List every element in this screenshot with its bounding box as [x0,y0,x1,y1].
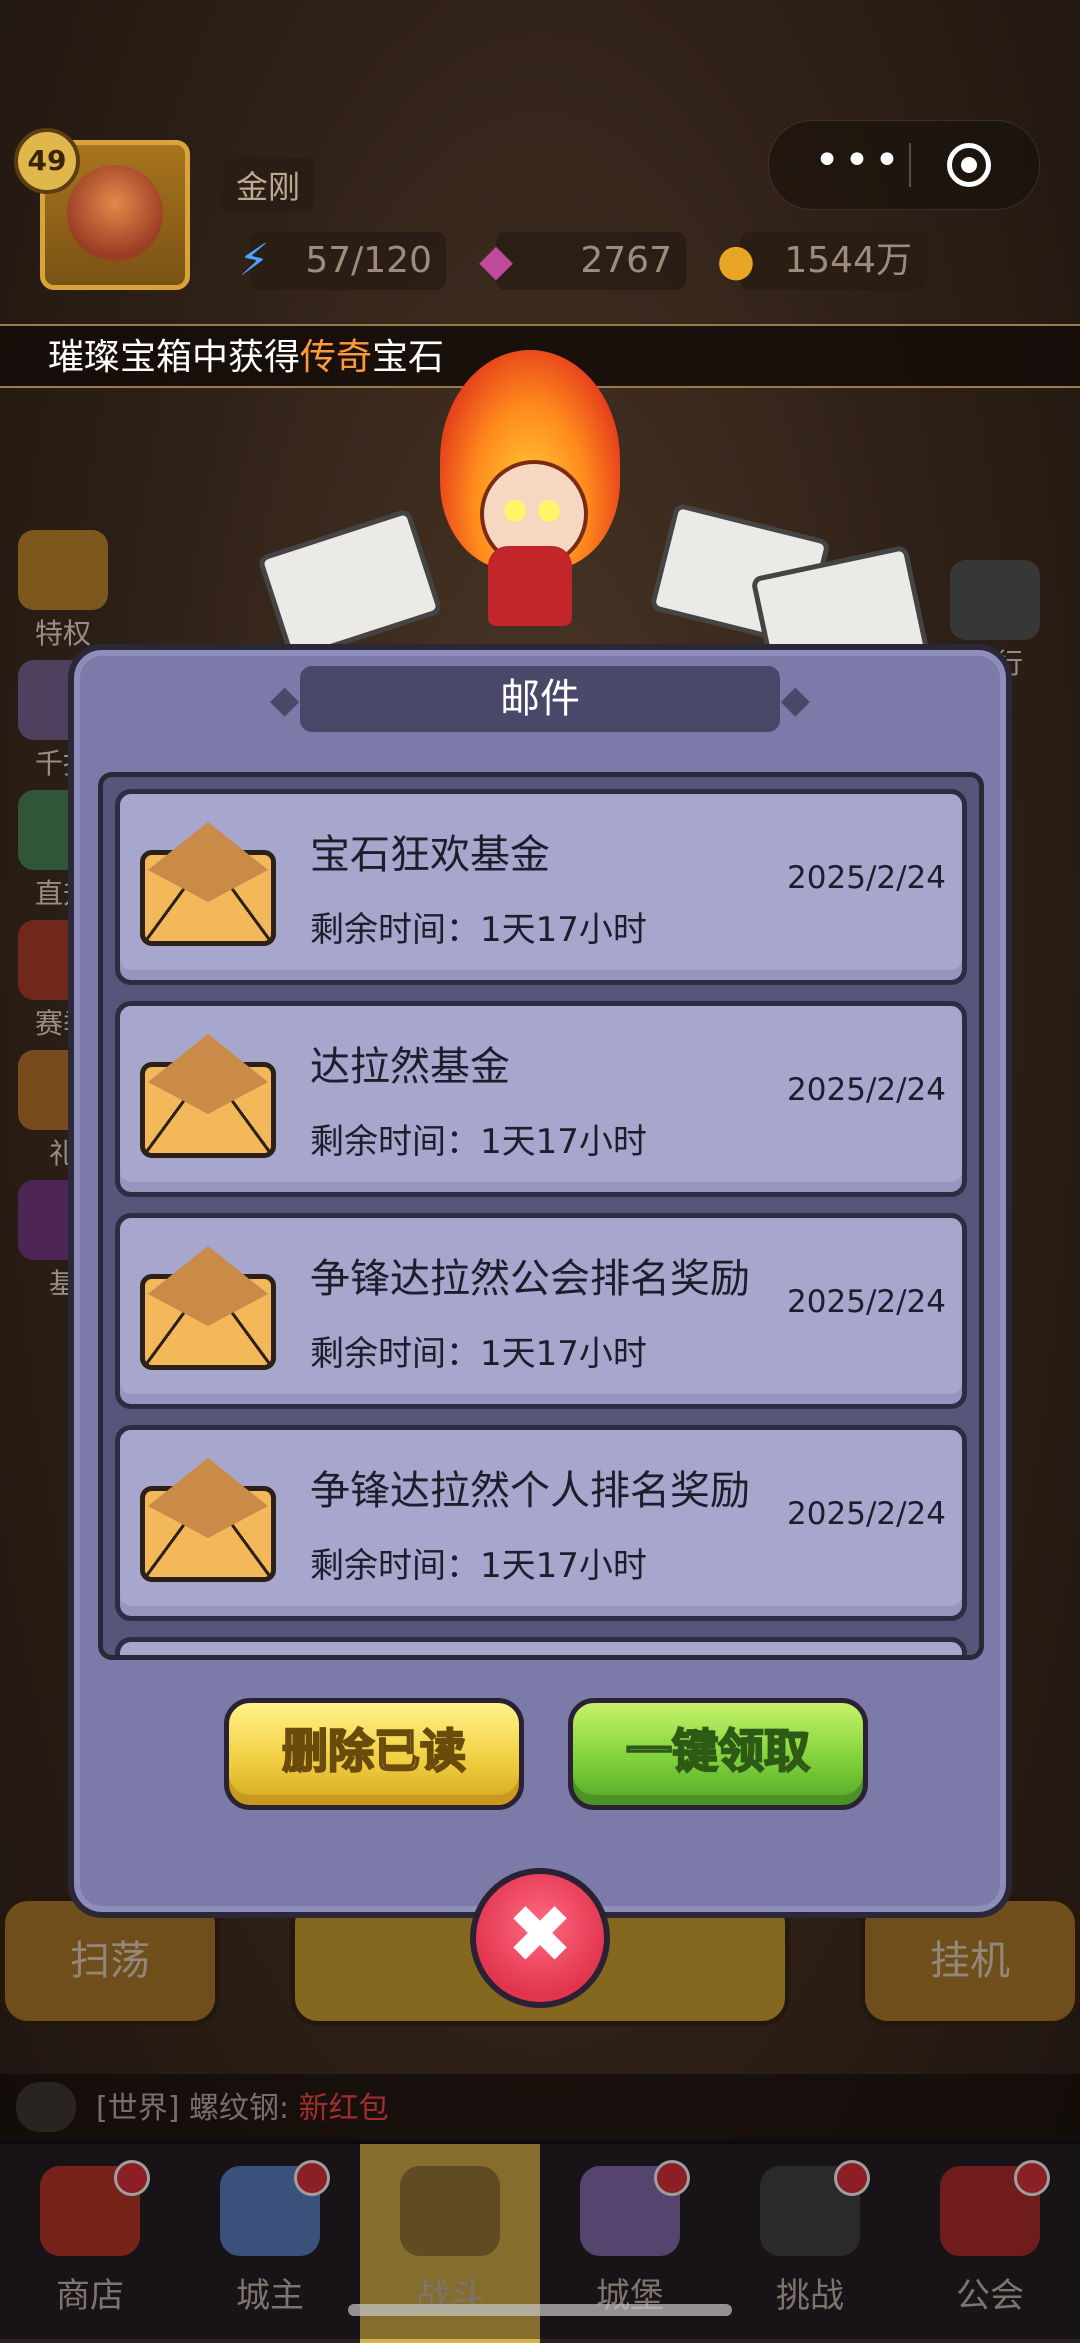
mail-remaining-time: 剩余时间：1天17小时 [310,1122,647,1162]
mail-date: 2025/2/24 [787,1496,946,1532]
player-name: 金刚 [222,158,315,212]
home-indicator [348,2304,732,2316]
mail-remaining-time: 剩余时间：1天17小时 [310,910,647,950]
ticker-prefix: 璀璨宝箱中获得 [48,337,301,378]
top-hud: 49 金刚 57/120 ⚡ 2767 ◆ 1544万 ● ••• [0,0,1080,330]
envelope-icon [140,1458,280,1586]
mail-title: 达拉然基金 [310,1044,510,1090]
ticker-highlight: 传奇 [300,337,373,378]
fire-hero-mascot [370,350,690,650]
mail-date: 2025/2/24 [787,1072,946,1108]
more-icon[interactable]: ••• [799,139,919,189]
envelope-icon [140,1034,280,1162]
mail-item[interactable]: 宝石狂欢基金 剩余时间：1天17小时 2025/2/24 [115,789,967,985]
miniprogram-capsule: ••• [768,120,1040,210]
player-level: 49 [14,128,80,194]
mail-title: 宝石狂欢基金 [310,832,550,878]
coin-icon[interactable]: ● [704,228,768,292]
mail-remaining-time: 剩余时间：1天17小时 [310,1334,647,1374]
dialog-title: 邮件 [270,666,810,732]
avatar-face [67,165,163,261]
mail-date: 2025/2/24 [787,1284,946,1320]
lightning-icon[interactable]: ⚡ [222,228,286,292]
mail-item-partial[interactable] [115,1637,967,1655]
close-icon: ✖ [506,1888,574,1981]
mail-remaining-time: 剩余时间：1天17小时 [310,1546,647,1586]
hero-eye [504,500,526,522]
delete-read-button[interactable]: 删除已读 [224,1698,524,1810]
envelope-icon [140,1246,280,1374]
mail-item[interactable]: 争锋达拉然公会排名奖励 剩余时间：1天17小时 2025/2/24 [115,1213,967,1409]
mail-title: 争锋达拉然公会排名奖励 [310,1256,750,1302]
claim-all-button[interactable]: 一键领取 [568,1698,868,1810]
capsule-divider [909,143,911,187]
close-miniprogram-icon[interactable] [947,143,991,187]
close-dialog-button[interactable]: ✖ [470,1868,610,2008]
mail-item[interactable]: 达拉然基金 剩余时间：1天17小时 2025/2/24 [115,1001,967,1197]
envelope-icon [140,822,280,950]
gem-icon[interactable]: ◆ [464,228,528,292]
mail-list[interactable]: 宝石狂欢基金 剩余时间：1天17小时 2025/2/24 达拉然基金 剩余时间：… [98,772,984,1660]
mail-date: 2025/2/24 [787,860,946,896]
mail-item[interactable]: 争锋达拉然个人排名奖励 剩余时间：1天17小时 2025/2/24 [115,1425,967,1621]
hero-eye [538,500,560,522]
mail-title: 争锋达拉然个人排名奖励 [310,1468,750,1514]
mail-dialog: 邮件 宝石狂欢基金 剩余时间：1天17小时 2025/2/24 达拉然基金 剩余… [68,644,1012,1918]
hero-body [488,546,572,626]
